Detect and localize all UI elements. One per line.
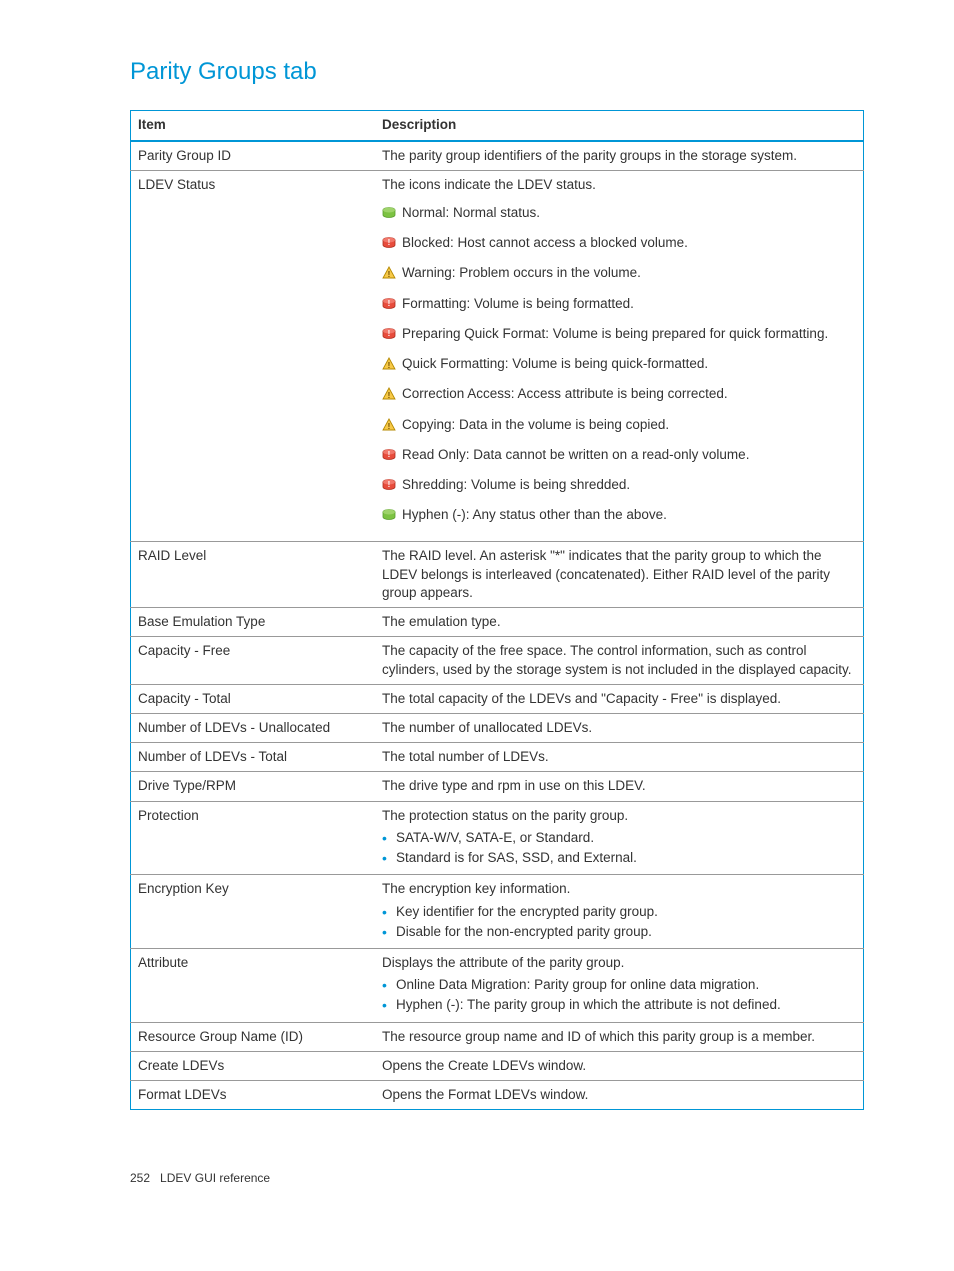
- status-text: Quick Formatting: Volume is being quick-…: [402, 356, 708, 371]
- table-row: RAID Level The RAID level. An asterisk "…: [131, 542, 864, 608]
- table-row: Base Emulation Type The emulation type.: [131, 608, 864, 637]
- item-cell: Resource Group Name (ID): [131, 1022, 376, 1051]
- status-line: Copying: Data in the volume is being cop…: [382, 416, 856, 436]
- col-item: Item: [131, 111, 376, 141]
- desc-cell: The RAID level. An asterisk "*" indicate…: [375, 542, 864, 608]
- table-row: LDEV Status The icons indicate the LDEV …: [131, 170, 864, 542]
- status-line: Blocked: Host cannot access a blocked vo…: [382, 234, 856, 254]
- protection-list: SATA-W/V, SATA-E, or Standard. Standard …: [382, 829, 856, 867]
- item-cell: Capacity - Total: [131, 684, 376, 713]
- ldev-status-intro: The icons indicate the LDEV status.: [382, 176, 856, 194]
- status-text: Shredding: Volume is being shredded.: [402, 477, 630, 492]
- page-footer: 252 LDEV GUI reference: [130, 1170, 864, 1186]
- footer-section: LDEV GUI reference: [160, 1171, 270, 1185]
- enckey-intro: The encryption key information.: [382, 880, 856, 898]
- desc-cell: The icons indicate the LDEV status. Norm…: [375, 170, 864, 542]
- enckey-list: Key identifier for the encrypted parity …: [382, 903, 856, 941]
- item-cell: Base Emulation Type: [131, 608, 376, 637]
- item-cell: Drive Type/RPM: [131, 772, 376, 801]
- attribute-list: Online Data Migration: Parity group for …: [382, 976, 856, 1014]
- status-line: Read Only: Data cannot be written on a r…: [382, 446, 856, 466]
- item-cell: Format LDEVs: [131, 1081, 376, 1110]
- status-text: Read Only: Data cannot be written on a r…: [402, 447, 749, 462]
- table-row: Capacity - Total The total capacity of t…: [131, 684, 864, 713]
- table-row: Protection The protection status on the …: [131, 801, 864, 875]
- table-row: Drive Type/RPM The drive type and rpm in…: [131, 772, 864, 801]
- page-number: 252: [130, 1171, 150, 1185]
- desc-cell: The protection status on the parity grou…: [375, 801, 864, 875]
- green-cyl-icon: [382, 508, 396, 526]
- table-row: Capacity - Free The capacity of the free…: [131, 637, 864, 684]
- red-cyl-icon: [382, 236, 396, 254]
- desc-cell: Opens the Create LDEVs window.: [375, 1051, 864, 1080]
- item-cell: Capacity - Free: [131, 637, 376, 684]
- list-item: Hyphen (-): The parity group in which th…: [396, 996, 856, 1014]
- list-item: Standard is for SAS, SSD, and External.: [396, 849, 856, 867]
- desc-cell: The number of unallocated LDEVs.: [375, 713, 864, 742]
- desc-cell: The total number of LDEVs.: [375, 743, 864, 772]
- item-cell: Encryption Key: [131, 875, 376, 949]
- warn-icon: [382, 387, 396, 405]
- parity-groups-table: Item Description Parity Group ID The par…: [130, 110, 864, 1110]
- table-row: Number of LDEVs - Total The total number…: [131, 743, 864, 772]
- status-text: Blocked: Host cannot access a blocked vo…: [402, 235, 688, 250]
- status-line: Quick Formatting: Volume is being quick-…: [382, 355, 856, 375]
- table-row: Encryption Key The encryption key inform…: [131, 875, 864, 949]
- status-text: Formatting: Volume is being formatted.: [402, 296, 634, 311]
- table-row: Parity Group ID The parity group identif…: [131, 141, 864, 171]
- desc-cell: Displays the attribute of the parity gro…: [375, 948, 864, 1022]
- list-item: Disable for the non-encrypted parity gro…: [396, 923, 856, 941]
- table-row: Resource Group Name (ID) The resource gr…: [131, 1022, 864, 1051]
- col-description: Description: [375, 111, 864, 141]
- item-cell: Parity Group ID: [131, 141, 376, 171]
- page-title: Parity Groups tab: [130, 56, 864, 88]
- protection-intro: The protection status on the parity grou…: [382, 807, 856, 825]
- warn-icon: [382, 266, 396, 284]
- warn-icon: [382, 418, 396, 436]
- item-cell: RAID Level: [131, 542, 376, 608]
- status-line: Preparing Quick Format: Volume is being …: [382, 325, 856, 345]
- warn-icon: [382, 357, 396, 375]
- table-row: Attribute Displays the attribute of the …: [131, 948, 864, 1022]
- item-cell: Protection: [131, 801, 376, 875]
- list-item: SATA-W/V, SATA-E, or Standard.: [396, 829, 856, 847]
- table-row: Create LDEVs Opens the Create LDEVs wind…: [131, 1051, 864, 1080]
- status-text: Preparing Quick Format: Volume is being …: [402, 326, 828, 341]
- item-cell: Number of LDEVs - Total: [131, 743, 376, 772]
- status-text: Correction Access: Access attribute is b…: [402, 386, 728, 401]
- status-text: Normal: Normal status.: [402, 205, 540, 220]
- item-cell: Attribute: [131, 948, 376, 1022]
- attribute-intro: Displays the attribute of the parity gro…: [382, 954, 856, 972]
- desc-cell: Opens the Format LDEVs window.: [375, 1081, 864, 1110]
- green-cyl-icon: [382, 206, 396, 224]
- desc-cell: The encryption key information. Key iden…: [375, 875, 864, 949]
- list-item: Key identifier for the encrypted parity …: [396, 903, 856, 921]
- red-cyl-icon: [382, 297, 396, 315]
- status-text: Warning: Problem occurs in the volume.: [402, 265, 641, 280]
- item-cell: Create LDEVs: [131, 1051, 376, 1080]
- status-line: Correction Access: Access attribute is b…: [382, 385, 856, 405]
- desc-cell: The emulation type.: [375, 608, 864, 637]
- status-line: Normal: Normal status.: [382, 204, 856, 224]
- table-row: Number of LDEVs - Unallocated The number…: [131, 713, 864, 742]
- status-line: Warning: Problem occurs in the volume.: [382, 264, 856, 284]
- red-cyl-icon: [382, 327, 396, 345]
- table-row: Format LDEVs Opens the Format LDEVs wind…: [131, 1081, 864, 1110]
- list-item: Online Data Migration: Parity group for …: [396, 976, 856, 994]
- status-line: Hyphen (-): Any status other than the ab…: [382, 506, 856, 526]
- status-line: Formatting: Volume is being formatted.: [382, 295, 856, 315]
- desc-cell: The resource group name and ID of which …: [375, 1022, 864, 1051]
- item-cell: Number of LDEVs - Unallocated: [131, 713, 376, 742]
- desc-cell: The drive type and rpm in use on this LD…: [375, 772, 864, 801]
- status-line: Shredding: Volume is being shredded.: [382, 476, 856, 496]
- desc-cell: The capacity of the free space. The cont…: [375, 637, 864, 684]
- desc-cell: The parity group identifiers of the pari…: [375, 141, 864, 171]
- status-text: Hyphen (-): Any status other than the ab…: [402, 507, 667, 522]
- item-cell: LDEV Status: [131, 170, 376, 542]
- desc-cell: The total capacity of the LDEVs and "Cap…: [375, 684, 864, 713]
- status-text: Copying: Data in the volume is being cop…: [402, 417, 669, 432]
- red-cyl-icon: [382, 448, 396, 466]
- red-cyl-icon: [382, 478, 396, 496]
